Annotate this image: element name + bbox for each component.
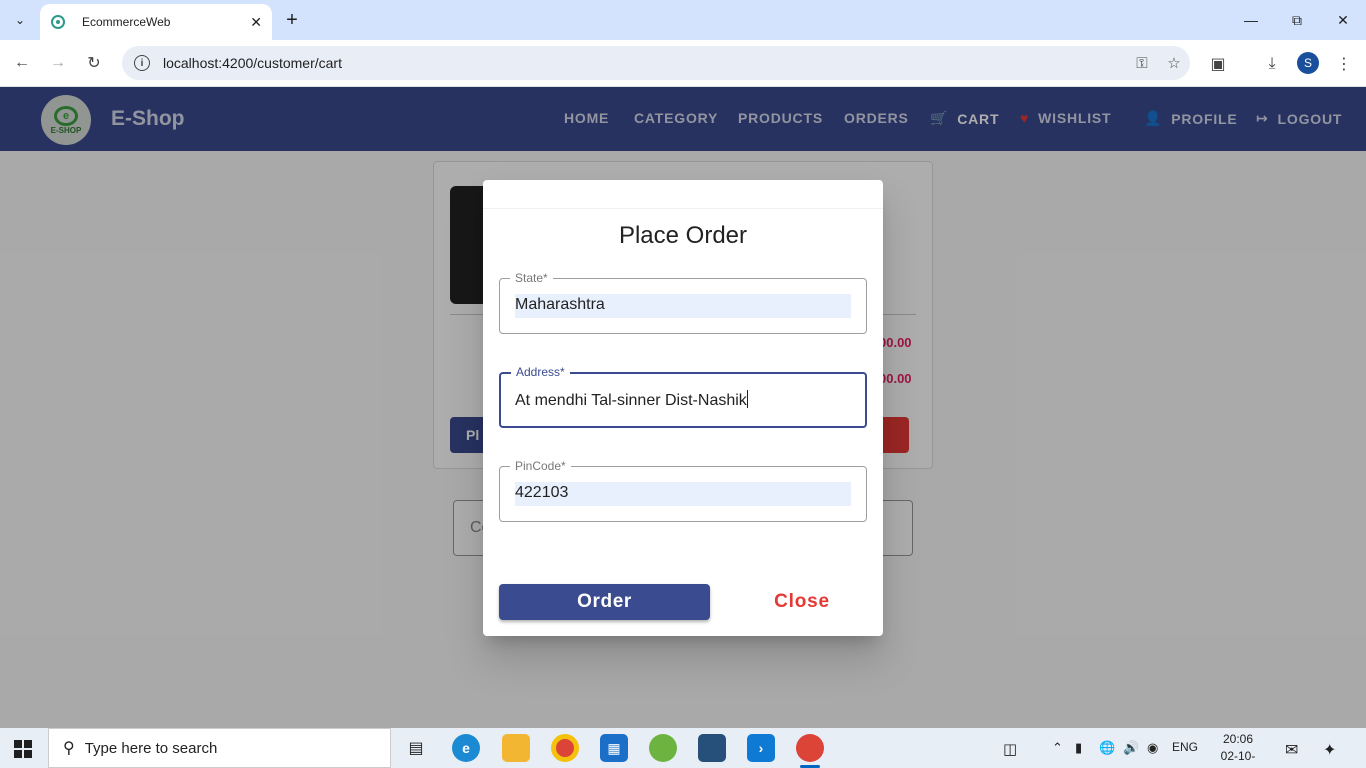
password-key-icon[interactable]: ⚿ <box>1126 55 1158 72</box>
restore-icon[interactable]: ⧉ <box>1274 0 1320 40</box>
search-icon: ⚲ <box>63 740 75 757</box>
pincode-label: PinCode* <box>510 459 571 473</box>
extensions-icon[interactable]: ▣ <box>1206 52 1230 76</box>
notifications-icon[interactable]: ✉ <box>1285 740 1298 760</box>
browser-tab-bar: ⌄ EcommerceWeb ✕ + — ⧉ ✕ <box>0 0 1366 40</box>
windows-taskbar: ⚲ Type here to search ▤ e ▦ › ◫ ⌃ ▮ 🌐 🔊 … <box>0 728 1366 768</box>
tray-chevron-icon[interactable]: ⌃ <box>1052 740 1063 756</box>
reload-icon[interactable]: ↻ <box>81 50 107 76</box>
address-field[interactable]: Address* At mendhi Tal-sinner Dist-Nashi… <box>499 365 867 428</box>
address-value: At mendhi Tal-sinner Dist-Nashik <box>515 392 747 409</box>
tab-close-icon[interactable]: ✕ <box>250 14 262 31</box>
windows-start-icon[interactable] <box>14 740 32 758</box>
forward-icon[interactable]: → <box>45 50 71 76</box>
camera-icon[interactable]: ◉ <box>1147 740 1158 756</box>
browser-tab[interactable]: EcommerceWeb ✕ <box>40 4 272 40</box>
chrome-icon[interactable] <box>551 734 579 762</box>
language-indicator[interactable]: ENG <box>1172 740 1198 754</box>
clock[interactable]: 20:06 02-10-2024 <box>1208 731 1268 768</box>
back-icon[interactable]: ← <box>9 50 35 76</box>
dialog-top-divider <box>483 208 883 209</box>
state-input[interactable]: Maharashtra <box>515 294 851 318</box>
vscode-icon[interactable]: › <box>747 734 775 762</box>
taskbar-search[interactable]: ⚲ Type here to search <box>48 728 391 768</box>
globe-icon[interactable]: 🌐 <box>1099 740 1115 756</box>
window-close-icon[interactable]: ✕ <box>1320 0 1366 40</box>
browser-toolbar: ← → ↻ i localhost:4200/customer/cart ⚿ ☆… <box>0 40 1366 87</box>
pincode-input[interactable]: 422103 <box>515 482 851 506</box>
state-field[interactable]: State* Maharashtra <box>499 271 867 334</box>
tab-title: EcommerceWeb <box>82 15 171 29</box>
task-view-icon[interactable]: ▤ <box>402 734 430 762</box>
chrome-active-icon[interactable] <box>796 734 824 768</box>
browser-menu-icon[interactable]: ⋮ <box>1332 52 1356 76</box>
spring-tool-icon[interactable] <box>649 734 677 762</box>
clock-date: 02-10-2024 <box>1220 749 1256 768</box>
address-input[interactable]: At mendhi Tal-sinner Dist-Nashik <box>515 388 851 412</box>
new-tab-icon[interactable]: + <box>280 8 304 32</box>
taskbar-search-placeholder: Type here to search <box>84 739 218 757</box>
download-icon[interactable]: ⤓ <box>1260 52 1284 76</box>
state-label: State* <box>510 271 553 285</box>
battery-icon[interactable]: ▮ <box>1075 740 1082 756</box>
clock-time: 20:06 <box>1222 732 1254 746</box>
place-order-dialog: Place Order State* Maharashtra Address* … <box>483 180 883 636</box>
copilot-icon[interactable]: ✦ <box>1323 740 1336 760</box>
text-caret <box>746 390 748 408</box>
order-button[interactable]: Order <box>499 584 710 620</box>
minimize-icon[interactable]: — <box>1228 0 1274 40</box>
address-label: Address* <box>511 365 570 379</box>
close-button[interactable]: Close <box>743 584 861 620</box>
volume-icon[interactable]: 🔊 <box>1123 740 1139 756</box>
angular-favicon-icon <box>51 15 65 29</box>
store-icon[interactable]: ▦ <box>600 734 628 762</box>
bookmark-star-icon[interactable]: ☆ <box>1158 54 1190 72</box>
site-info-icon[interactable]: i <box>134 55 150 71</box>
profile-avatar[interactable]: S <box>1297 52 1319 74</box>
news-widget-icon[interactable]: ◫ <box>1003 740 1017 758</box>
pincode-field[interactable]: PinCode* 422103 <box>499 459 867 522</box>
mysql-workbench-icon[interactable] <box>698 734 726 762</box>
tab-search-chevron-icon[interactable]: ⌄ <box>8 8 32 32</box>
file-explorer-icon[interactable] <box>502 734 530 762</box>
edge-icon[interactable]: e <box>452 734 480 762</box>
url-text[interactable]: localhost:4200/customer/cart <box>163 55 1126 71</box>
address-bar[interactable]: i localhost:4200/customer/cart ⚿ ☆ <box>122 46 1190 80</box>
dialog-title: Place Order <box>618 222 748 249</box>
